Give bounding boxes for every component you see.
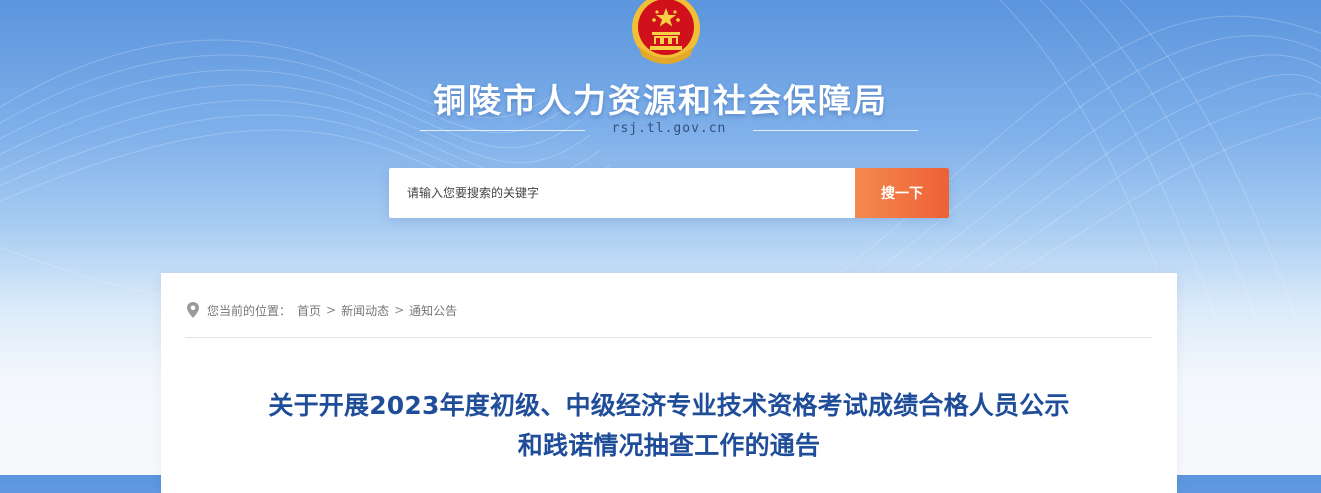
article-title-line-1: 关于开展2023年度初级、中级经济专业技术资格考试成绩合格人员公示 — [268, 391, 1070, 420]
domain-row: rsj.tl.gov.cn — [420, 118, 918, 142]
site-title: 铜陵市人力资源和社会保障局 — [433, 81, 888, 120]
search-box: 搜一下 — [389, 168, 949, 218]
breadcrumb-separator: > — [394, 303, 405, 317]
breadcrumb-home[interactable]: 首页 — [297, 302, 321, 319]
breadcrumb: 您当前的位置： 首页 > 新闻动态 > 通知公告 — [185, 301, 457, 319]
breadcrumb-divider — [185, 337, 1152, 338]
location-pin-icon — [187, 302, 199, 318]
search-input[interactable] — [389, 168, 855, 218]
breadcrumb-separator: > — [326, 303, 337, 317]
site-domain: rsj.tl.gov.cn — [611, 121, 727, 136]
article-title: 关于开展2023年度初级、中级经济专业技术资格考试成绩合格人员公示 和践诺情况抽… — [161, 386, 1177, 466]
content-card: 您当前的位置： 首页 > 新闻动态 > 通知公告 关于开展2023年度初级、中级… — [161, 273, 1177, 493]
search-button[interactable]: 搜一下 — [855, 168, 949, 218]
breadcrumb-prefix: 您当前的位置： — [207, 303, 292, 318]
breadcrumb-notices[interactable]: 通知公告 — [409, 302, 457, 319]
breadcrumb-news[interactable]: 新闻动态 — [341, 302, 389, 319]
national-emblem-icon — [632, 0, 700, 64]
article-title-line-2: 和践诺情况抽查工作的通告 — [517, 431, 821, 460]
